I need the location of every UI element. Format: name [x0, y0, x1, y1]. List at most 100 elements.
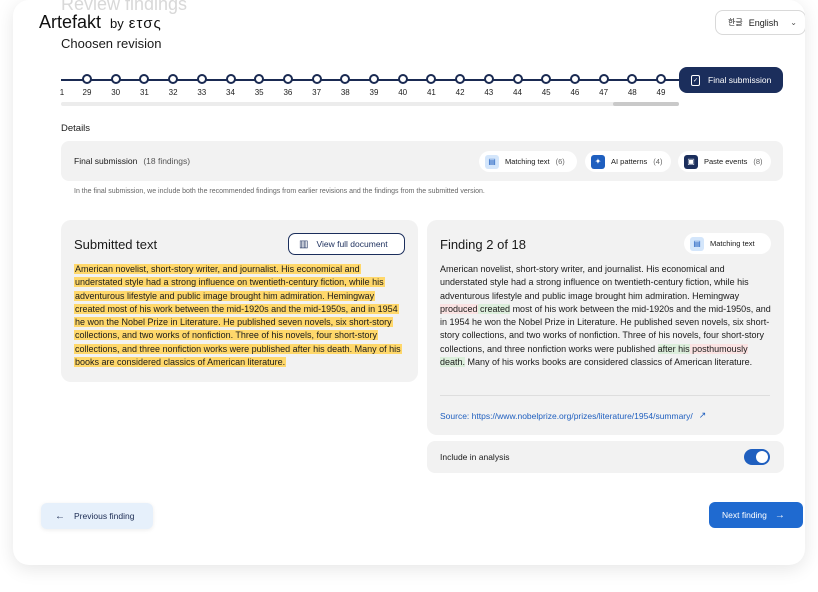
timeline-node[interactable] — [82, 74, 92, 84]
external-link-icon: ↗ — [698, 410, 707, 420]
language-selector[interactable]: 한글 English ⌄ — [715, 10, 805, 35]
timeline-label: 41 — [426, 88, 436, 97]
timeline-node[interactable] — [340, 74, 351, 84]
timeline-scroll-thumb[interactable] — [613, 102, 679, 106]
timeline-node[interactable] — [282, 74, 293, 84]
include-in-analysis-row: Include in analysis — [427, 441, 784, 473]
include-label: Include in analysis — [440, 452, 510, 462]
timeline-node[interactable] — [254, 74, 265, 84]
arrow-left-icon: ← — [55, 510, 65, 522]
removed-text: posthumously — [689, 343, 748, 354]
final-submission-button[interactable]: ✓ Final submission — [679, 67, 783, 93]
finding-text-segment: American novelist, short-story writer, a… — [440, 264, 749, 301]
document-icon: ▤ — [690, 236, 704, 251]
sparkle-icon: ✦ — [591, 154, 605, 169]
timeline-node[interactable] — [455, 74, 466, 84]
timeline-node[interactable] — [483, 74, 494, 84]
timeline-node[interactable] — [311, 74, 322, 84]
revision-timeline: 1 29 30 31 32 33 34 35 36 37 38 39 40 41 42 43 44 45 46 47 4… — [60, 68, 681, 98]
document-icon: ▤ — [485, 154, 499, 169]
removed-text: produced — [440, 303, 478, 314]
timeline-node[interactable] — [168, 74, 179, 84]
toggle-knob — [756, 451, 768, 463]
review-card: Review findings Artefakt by ετσς 한글 Engl… — [13, 0, 805, 565]
chip-count: (6) — [555, 157, 565, 166]
summary-count: (18 findings) — [143, 156, 191, 166]
timeline-label: 49 — [656, 88, 666, 97]
chip-count: (4) — [653, 157, 663, 166]
timeline-node[interactable] — [426, 74, 437, 84]
timeline-node[interactable] — [512, 74, 523, 84]
finding-text-segment: Many of his works books are considered c… — [465, 357, 753, 368]
submitted-text-panel: Submitted text ▥ View full document Amer… — [61, 220, 418, 382]
timeline-label: 38 — [340, 88, 350, 97]
timeline-label: 36 — [283, 88, 293, 97]
finding-title: Finding 2 of 18 — [440, 237, 527, 252]
timeline-node[interactable] — [627, 74, 638, 84]
timeline-node[interactable] — [110, 74, 121, 84]
timeline-label: 45 — [541, 88, 551, 97]
timeline-node[interactable] — [369, 74, 379, 84]
source-link[interactable]: Source: https://www.nobelprize.org/prize… — [440, 410, 706, 421]
chip-label: Matching text — [505, 157, 550, 166]
details-heading: Details — [61, 123, 91, 134]
timeline-label: 43 — [484, 88, 494, 97]
chevron-down-icon: ⌄ — [790, 18, 797, 27]
finding-panel: Finding 2 of 18 ▤ Matching text American… — [427, 220, 784, 435]
next-finding-button[interactable]: Next finding → — [709, 502, 803, 528]
summary-note: In the final submission, we include both… — [74, 188, 485, 195]
timeline-label: 32 — [168, 88, 178, 97]
summary-bar: Final submission (18 findings) ▤ Matching… — [61, 141, 783, 181]
previous-finding-button[interactable]: ← Previous finding — [41, 503, 153, 529]
arrow-right-icon: → — [774, 509, 785, 521]
timeline-label: 29 — [82, 88, 92, 97]
source-link-text: Source: https://www.nobelprize.org/prize… — [440, 410, 693, 421]
timeline-node[interactable] — [569, 74, 580, 84]
added-text: created — [477, 303, 511, 314]
added-text: after his — [657, 343, 690, 354]
timeline-label: 30 — [111, 88, 121, 97]
timeline-node[interactable] — [541, 74, 552, 84]
language-label: English — [748, 17, 779, 28]
chip-matching-text[interactable]: ▤ Matching text (6) — [479, 151, 577, 172]
timeline-node[interactable] — [598, 74, 609, 84]
finding-text: American novelist, short-story writer, a… — [440, 263, 772, 369]
summary-title: Final submission (18 findings) — [74, 156, 190, 166]
revision-title: Choosen revision — [61, 36, 162, 51]
chip-label: AI patterns — [611, 157, 648, 166]
timeline-node[interactable] — [656, 74, 666, 84]
finding-type-label: Matching text — [710, 239, 755, 248]
timeline-scrollbar[interactable] — [61, 102, 679, 106]
timeline-node[interactable] — [139, 74, 150, 84]
document-icon: ✓ — [691, 74, 700, 86]
previous-label: Previous finding — [74, 511, 135, 521]
language-icon: 한글 — [728, 18, 743, 27]
timeline-label: 42 — [455, 88, 465, 97]
clipboard-icon: ▣ — [684, 154, 698, 169]
submitted-text: American novelist, short-story writer, a… — [74, 263, 404, 369]
include-toggle[interactable] — [744, 449, 770, 465]
timeline-node[interactable] — [196, 74, 207, 84]
chip-count: (8) — [753, 157, 763, 166]
logo: Artefakt by ετσς — [39, 12, 162, 33]
chip-label: Paste events — [704, 157, 748, 166]
timeline-label: 33 — [197, 88, 207, 97]
added-text: death. — [440, 357, 466, 368]
timeline-label: 46 — [570, 88, 580, 97]
logo-org: ετσς — [128, 15, 162, 32]
timeline-node[interactable] — [397, 74, 408, 84]
timeline-node[interactable] — [225, 74, 236, 84]
chip-ai-patterns[interactable]: ✦ AI patterns (4) — [585, 151, 671, 172]
book-icon: ▥ — [299, 238, 309, 250]
timeline-label: 35 — [254, 88, 264, 97]
view-full-document-button[interactable]: ▥ View full document — [288, 233, 405, 255]
summary-title-text: Final submission — [74, 156, 138, 166]
next-label: Next finding — [722, 510, 767, 520]
logo-brand: Artefakt — [39, 12, 102, 32]
timeline-label: 34 — [226, 88, 235, 97]
timeline-label: 47 — [599, 88, 609, 97]
chip-paste-events[interactable]: ▣ Paste events (8) — [678, 151, 771, 172]
finding-type-chip: ▤ Matching text — [684, 233, 771, 254]
timeline-label: 40 — [398, 88, 408, 97]
final-submission-label: Final submission — [708, 75, 772, 85]
